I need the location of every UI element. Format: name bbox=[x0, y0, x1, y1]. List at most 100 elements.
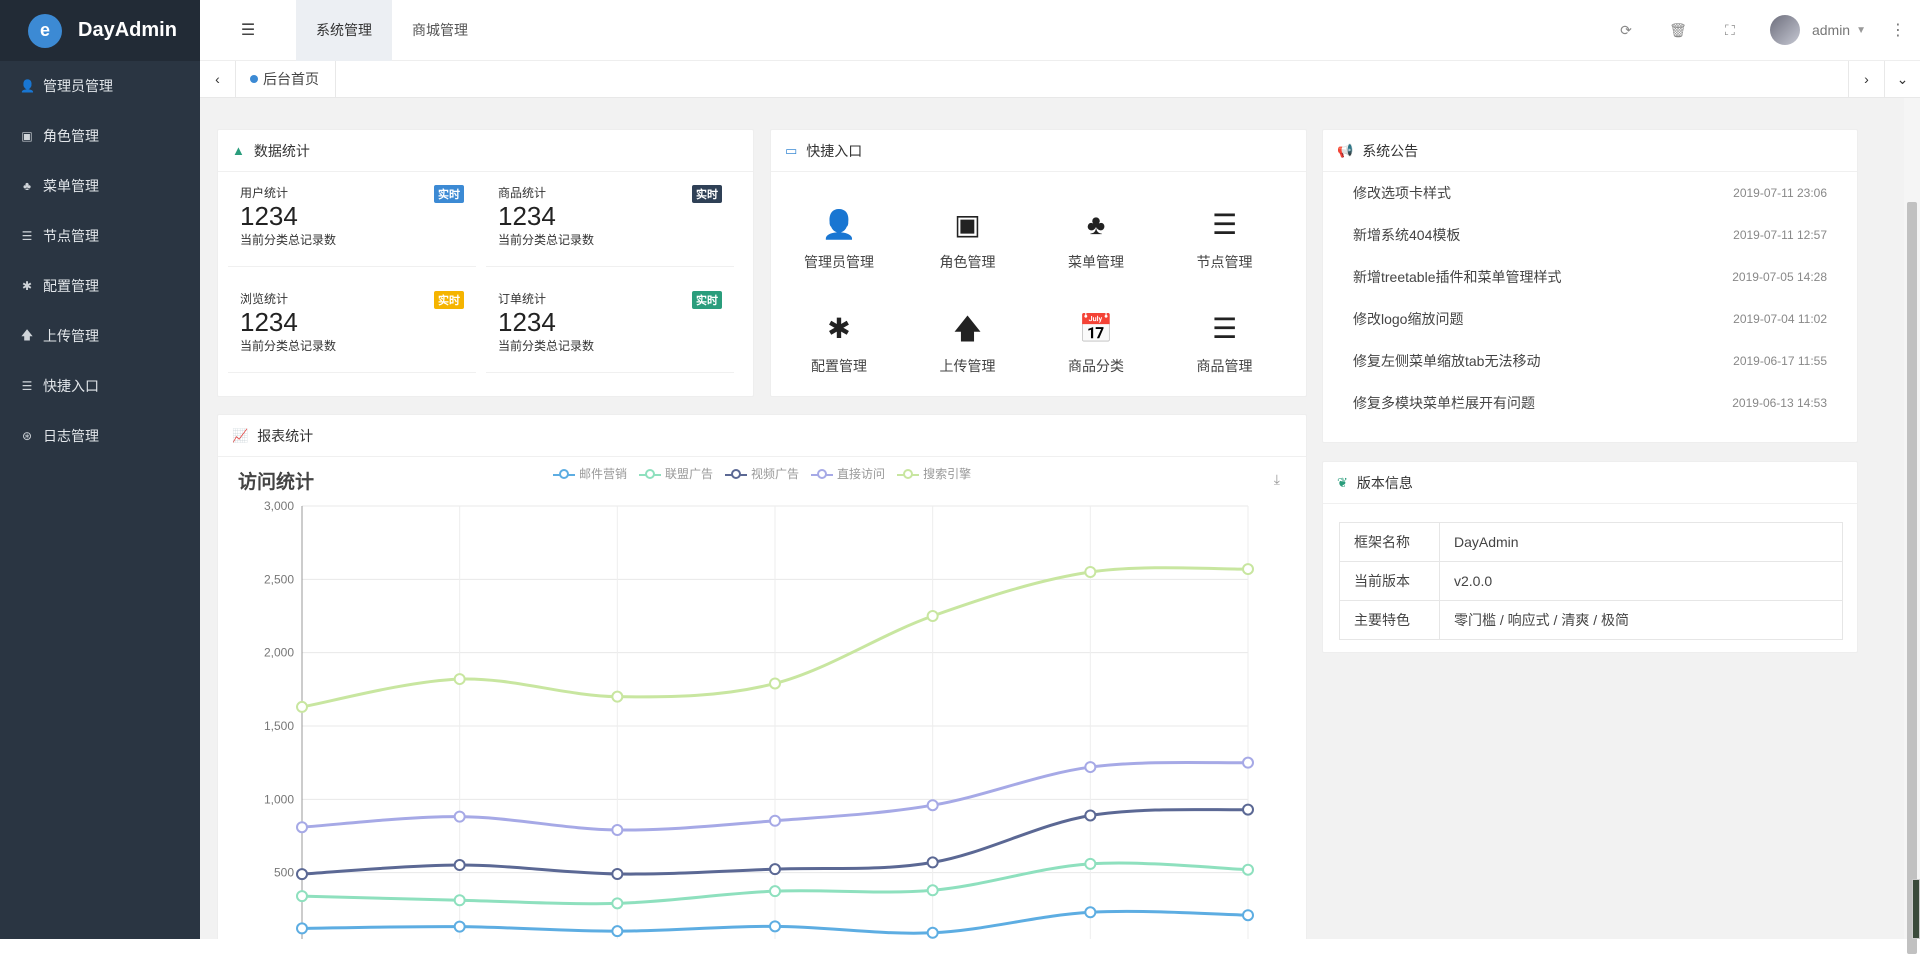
legend-item[interactable]: 直接访问 bbox=[811, 465, 885, 482]
sidebar-item-5[interactable]: 🡅 上传管理 bbox=[0, 311, 200, 361]
report-card-header: 📈 报表统计 bbox=[218, 415, 1306, 457]
stat-block: 浏览统计 实时 1234 当前分类总记录数 bbox=[228, 278, 476, 373]
leaf-icon: ❦ bbox=[1337, 475, 1348, 491]
notice-item[interactable]: 新增treetable插件和菜单管理样式 2019-07-05 14:28 bbox=[1323, 256, 1857, 298]
topbar: ☰ 系统管理 商城管理 ⟳ 🗑 ⛶ admin ▼ ⋮ bbox=[200, 0, 1920, 61]
notice-title[interactable]: 修复多模块菜单栏展开有问题 bbox=[1353, 393, 1535, 413]
stat-value: 1234 bbox=[240, 307, 466, 337]
notice-item[interactable]: 修复多模块菜单栏展开有问题 2019-06-13 14:53 bbox=[1323, 382, 1857, 424]
y-tick-label: 3,000 bbox=[264, 499, 294, 513]
sidebar-item-0[interactable]: 👤管理员管理 bbox=[0, 61, 200, 111]
stat-sub: 当前分类总记录数 bbox=[240, 231, 466, 248]
data-point bbox=[612, 869, 622, 879]
notice-title[interactable]: 修复左侧菜单缩放tab无法移动 bbox=[1353, 351, 1540, 371]
app-name: DayAdmin bbox=[78, 19, 177, 42]
role-icon: ▣ bbox=[20, 129, 34, 143]
stat-label: 浏览统计 bbox=[240, 290, 466, 307]
report-card-title: 报表统计 bbox=[257, 426, 313, 446]
data-point bbox=[770, 886, 780, 896]
data-point bbox=[770, 864, 780, 874]
quick-entry-label: 菜单管理 bbox=[1032, 252, 1160, 272]
page-scrollbar[interactable] bbox=[1904, 98, 1920, 939]
version-key: 框架名称 bbox=[1340, 523, 1440, 562]
notice-title[interactable]: 新增系统404模板 bbox=[1353, 225, 1460, 245]
quick-entry[interactable]: ♣ 菜单管理 bbox=[1032, 208, 1160, 272]
legend-item[interactable]: 联盟广告 bbox=[639, 465, 713, 482]
arrow-up-icon: 🡅 bbox=[20, 326, 34, 347]
notice-title[interactable]: 修改选项卡样式 bbox=[1353, 183, 1451, 203]
chevron-left-icon[interactable]: ‹ bbox=[200, 61, 236, 98]
sidebar-item-2[interactable]: ♣菜单管理 bbox=[0, 161, 200, 211]
quick-entry[interactable]: 🡅 上传管理 bbox=[904, 312, 1032, 376]
notice-item[interactable]: 新增系统404模板 2019-07-11 12:57 bbox=[1323, 214, 1857, 256]
quick-entry[interactable]: 📅 商品分类 bbox=[1032, 312, 1160, 376]
sidebar-item-3[interactable]: ☰节点管理 bbox=[0, 211, 200, 261]
sidebar-toggle-icon[interactable]: ☰ bbox=[200, 0, 296, 61]
notice-item[interactable]: 修改logo缩放问题 2019-07-04 11:02 bbox=[1323, 298, 1857, 340]
quick-entry[interactable]: ▣ 角色管理 bbox=[904, 208, 1032, 272]
notice-title[interactable]: 新增treetable插件和菜单管理样式 bbox=[1353, 267, 1561, 287]
data-point bbox=[612, 926, 622, 936]
legend-item[interactable]: 视频广告 bbox=[725, 465, 799, 482]
legend-item[interactable]: 搜索引擎 bbox=[897, 465, 971, 482]
trash-icon[interactable]: 🗑 bbox=[1652, 22, 1704, 39]
data-point bbox=[297, 702, 307, 712]
notice-item[interactable]: 修改选项卡样式 2019-07-11 23:06 bbox=[1323, 172, 1857, 214]
list-icon: ☰ bbox=[1161, 208, 1289, 242]
scrollbar-thumb[interactable] bbox=[1907, 202, 1917, 954]
notice-item[interactable]: 修复左侧菜单缩放tab无法移动 2019-06-17 11:55 bbox=[1323, 340, 1857, 382]
stat-sub: 当前分类总记录数 bbox=[498, 337, 724, 354]
avatar[interactable] bbox=[1770, 15, 1800, 45]
legend-label: 邮件营销 bbox=[579, 465, 627, 482]
version-row: 框架名称DayAdmin bbox=[1340, 523, 1843, 562]
notices-card: 📢 系统公告 修改选项卡样式 2019-07-11 23:06新增系统404模板… bbox=[1322, 129, 1858, 443]
legend-label: 搜索引擎 bbox=[923, 465, 971, 482]
quick-entry[interactable]: 👤 管理员管理 bbox=[775, 208, 903, 272]
chevron-right-icon[interactable]: › bbox=[1848, 61, 1884, 98]
quick-entry-label: 上传管理 bbox=[904, 356, 1032, 376]
tab-mall[interactable]: 商城管理 bbox=[392, 0, 488, 61]
chevron-down-icon[interactable]: ▼ bbox=[1856, 25, 1866, 36]
notice-date: 2019-07-05 14:28 bbox=[1732, 270, 1827, 284]
data-point bbox=[1243, 564, 1253, 574]
sidebar-item-6[interactable]: ☰快捷入口 bbox=[0, 361, 200, 411]
data-point bbox=[455, 674, 465, 684]
logo[interactable]: e DayAdmin bbox=[0, 0, 200, 61]
data-point bbox=[1085, 810, 1095, 820]
fullscreen-icon[interactable]: ⛶ bbox=[1704, 22, 1756, 39]
chevron-down-icon[interactable]: ⌄ bbox=[1884, 61, 1920, 98]
asterisk-icon: ✱ bbox=[20, 279, 34, 293]
role-icon: ▣ bbox=[904, 208, 1032, 242]
sidebar-item-7[interactable]: ⊛日志管理 bbox=[0, 411, 200, 461]
sidebar-item-label: 快捷入口 bbox=[43, 376, 99, 396]
notice-title[interactable]: 修改logo缩放问题 bbox=[1353, 309, 1463, 329]
legend-symbol bbox=[639, 468, 661, 480]
y-tick-label: 500 bbox=[274, 866, 294, 880]
chart-legend[interactable]: 邮件营销联盟广告视频广告直接访问 搜索引擎 bbox=[553, 465, 983, 482]
quick-entry[interactable]: ✱ 配置管理 bbox=[775, 312, 903, 376]
y-tick-label: 2,000 bbox=[264, 646, 294, 660]
sidebar-item-label: 角色管理 bbox=[43, 126, 99, 146]
tree-icon: ♣ bbox=[1032, 208, 1160, 242]
sidebar-item-4[interactable]: ✱ 配置管理 bbox=[0, 261, 200, 311]
quick-entry[interactable]: ☰ 节点管理 bbox=[1161, 208, 1289, 272]
sidebar-item-1[interactable]: ▣ 角色管理 bbox=[0, 111, 200, 161]
data-point bbox=[928, 928, 938, 938]
refresh-icon[interactable]: ⟳ bbox=[1600, 22, 1652, 39]
tab-system[interactable]: 系统管理 bbox=[296, 0, 392, 61]
version-value: DayAdmin bbox=[1440, 523, 1843, 562]
stat-label: 商品统计 bbox=[498, 184, 724, 201]
data-point bbox=[297, 923, 307, 933]
legend-symbol bbox=[553, 468, 575, 480]
stat-value: 1234 bbox=[240, 201, 466, 231]
sidebar-item-label: 上传管理 bbox=[43, 326, 99, 346]
active-dot bbox=[250, 75, 258, 83]
legend-item[interactable]: 邮件营销 bbox=[553, 465, 627, 482]
more-icon[interactable]: ⋮ bbox=[1890, 20, 1906, 40]
page-tab-home[interactable]: 后台首页 bbox=[236, 61, 336, 98]
quick-card: ▭ 快捷入口 👤 管理员管理▣ 角色管理♣ 菜单管理☰ 节点管理✱ 配置管理🡅 … bbox=[770, 129, 1307, 397]
page-tabbar: ‹ 后台首页 › ⌄ bbox=[200, 61, 1920, 98]
username[interactable]: admin bbox=[1812, 22, 1850, 38]
quick-entry[interactable]: ☰ 商品管理 bbox=[1161, 312, 1289, 376]
sidebar-item-label: 配置管理 bbox=[43, 276, 99, 296]
